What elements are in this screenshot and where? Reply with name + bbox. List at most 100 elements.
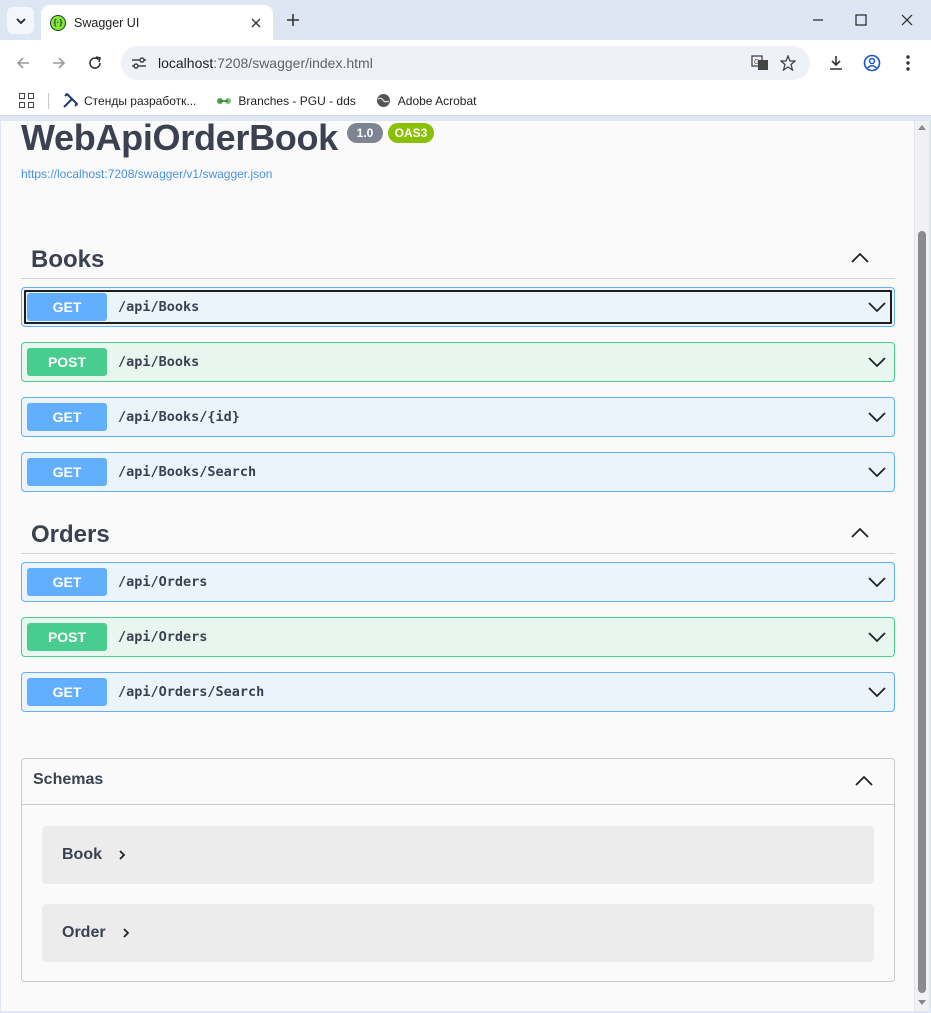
url-path: :7208/swagger/index.html bbox=[213, 55, 373, 71]
browser-toolbar: localhost:7208/swagger/index.html G bbox=[0, 40, 931, 86]
window-close-button[interactable] bbox=[892, 6, 922, 34]
profile-icon bbox=[863, 54, 881, 72]
operation-path: /api/Books/{id} bbox=[118, 409, 240, 425]
schemas-title: Schemas bbox=[33, 771, 104, 788]
tab-close-button[interactable] bbox=[246, 13, 266, 33]
chevron-right-icon bbox=[122, 928, 129, 938]
method-badge: POST bbox=[27, 348, 107, 376]
forward-button[interactable] bbox=[46, 50, 72, 76]
page-scrollbar[interactable] bbox=[915, 121, 929, 1011]
url-text: localhost:7208/swagger/index.html bbox=[158, 55, 746, 71]
arrow-right-icon bbox=[53, 57, 66, 69]
new-tab-button[interactable] bbox=[281, 8, 305, 32]
tag-name: Books bbox=[31, 246, 105, 273]
bookmarks-bar: Стенды разработк... Branches - PGU - dds… bbox=[0, 86, 931, 116]
more-vertical-icon bbox=[906, 55, 910, 71]
chevron-down-icon bbox=[15, 17, 26, 24]
gitlab-branch-icon bbox=[216, 93, 232, 109]
chevron-down-icon[interactable] bbox=[866, 296, 888, 318]
model-name: Order bbox=[62, 924, 106, 941]
method-badge: POST bbox=[27, 623, 107, 651]
operation-path: /api/Books bbox=[118, 299, 200, 315]
operation-post-orders[interactable]: POST /api/Orders bbox=[21, 617, 895, 657]
operation-path: /api/Orders bbox=[118, 574, 208, 590]
operation-path: /api/Books bbox=[118, 354, 200, 370]
operation-path: /api/Orders/Search bbox=[118, 684, 265, 700]
bookmark-item[interactable]: Branches - PGU - dds bbox=[216, 93, 356, 109]
operation-path: /api/Books/Search bbox=[118, 464, 257, 480]
site-settings-icon[interactable] bbox=[127, 51, 151, 75]
bookmark-label: Adobe Acrobat bbox=[397, 93, 477, 108]
bookmark-item[interactable]: Adobe Acrobat bbox=[376, 93, 477, 109]
tag-name: Orders bbox=[31, 521, 110, 548]
page-title: WebApiOrderBook bbox=[21, 121, 338, 158]
reload-button[interactable] bbox=[82, 50, 108, 76]
chevron-down-icon[interactable] bbox=[866, 626, 888, 648]
apps-grid-icon[interactable] bbox=[19, 92, 35, 109]
oas-badge: OAS3 bbox=[388, 123, 434, 143]
schemas-header[interactable]: Schemas bbox=[22, 759, 894, 805]
chevron-down-icon[interactable] bbox=[866, 406, 888, 428]
bookmark-label: Branches - PGU - dds bbox=[238, 93, 356, 108]
chevron-down-icon[interactable] bbox=[866, 571, 888, 593]
profile-button[interactable] bbox=[859, 50, 885, 76]
globe-icon bbox=[376, 93, 392, 109]
tag-header-books[interactable]: Books bbox=[21, 235, 895, 279]
bookmark-item[interactable]: Стенды разработк... bbox=[62, 92, 197, 109]
operation-get-book-by-id[interactable]: GET /api/Books/{id} bbox=[21, 397, 895, 437]
tab-search-button[interactable] bbox=[7, 7, 34, 34]
close-icon bbox=[901, 14, 913, 26]
chevron-down-icon[interactable] bbox=[866, 681, 888, 703]
operation-get-books-search[interactable]: GET /api/Books/Search bbox=[21, 452, 895, 492]
operation-post-books[interactable]: POST /api/Books bbox=[21, 342, 895, 382]
chevron-down-icon[interactable] bbox=[866, 461, 888, 483]
translate-icon[interactable]: G bbox=[746, 49, 774, 77]
window-minimize-button[interactable] bbox=[803, 6, 833, 34]
chevron-right-icon bbox=[119, 850, 126, 860]
operation-get-orders[interactable]: GET /api/Orders bbox=[21, 562, 895, 602]
method-badge: GET bbox=[27, 678, 107, 706]
minimize-icon bbox=[813, 19, 823, 21]
reload-icon bbox=[89, 56, 101, 69]
plus-icon bbox=[287, 14, 299, 26]
model-book[interactable]: Book bbox=[42, 826, 874, 884]
arrow-left-icon bbox=[16, 57, 29, 69]
spec-url-link[interactable]: https://localhost:7208/swagger/v1/swagge… bbox=[21, 167, 272, 181]
tools-icon bbox=[62, 92, 78, 109]
method-badge: GET bbox=[27, 458, 107, 486]
bookmark-star-icon[interactable] bbox=[774, 49, 802, 77]
maximize-icon bbox=[855, 14, 867, 26]
model-order[interactable]: Order bbox=[42, 904, 874, 962]
method-badge: GET bbox=[27, 568, 107, 596]
scrollbar-thumb[interactable] bbox=[918, 231, 926, 993]
method-badge: GET bbox=[27, 403, 107, 431]
tab-title: Swagger UI bbox=[74, 15, 140, 30]
chevron-up-icon[interactable] bbox=[849, 522, 871, 544]
scroll-down-arrow-icon[interactable] bbox=[918, 1000, 926, 1005]
version-badge: 1.0 bbox=[347, 123, 383, 143]
browser-menu-button[interactable] bbox=[895, 50, 921, 76]
swagger-page: WebApiOrderBook 1.0 OAS3 https://localho… bbox=[1, 121, 914, 1011]
browser-tab[interactable]: {·} Swagger UI bbox=[41, 5, 273, 40]
bookmarks-divider bbox=[48, 92, 49, 109]
bookmark-label: Стенды разработк... bbox=[84, 93, 197, 108]
tab-bar: {·} Swagger UI bbox=[0, 0, 931, 40]
download-button[interactable] bbox=[823, 50, 849, 76]
swagger-favicon-icon: {·} bbox=[50, 14, 66, 31]
svg-text:G: G bbox=[754, 59, 759, 66]
schemas-section: Schemas Book Order bbox=[21, 758, 895, 982]
window-maximize-button[interactable] bbox=[846, 6, 876, 34]
operation-path: /api/Orders bbox=[118, 629, 208, 645]
close-icon bbox=[251, 18, 261, 27]
address-bar[interactable]: localhost:7208/swagger/index.html G bbox=[121, 46, 810, 80]
model-name: Book bbox=[62, 846, 102, 863]
operation-get-orders-search[interactable]: GET /api/Orders/Search bbox=[21, 672, 895, 712]
chevron-up-icon[interactable] bbox=[853, 770, 875, 792]
tag-header-orders[interactable]: Orders bbox=[21, 510, 895, 554]
url-host: localhost bbox=[158, 55, 214, 71]
operation-get-books[interactable]: GET /api/Books bbox=[21, 287, 895, 327]
chevron-down-icon[interactable] bbox=[866, 351, 888, 373]
scroll-up-arrow-icon[interactable] bbox=[918, 125, 926, 130]
back-button[interactable] bbox=[10, 50, 36, 76]
chevron-up-icon[interactable] bbox=[849, 247, 871, 269]
